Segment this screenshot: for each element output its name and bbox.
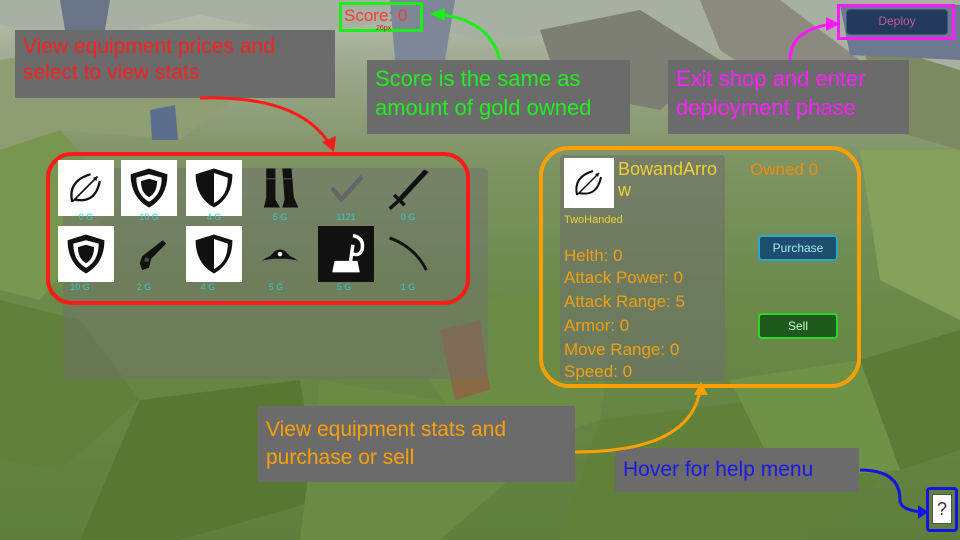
score-label: Score: 0 <box>344 6 408 25</box>
help-button[interactable]: ? <box>932 494 952 524</box>
score-sub-label: 26px <box>376 25 392 32</box>
item-half-shield[interactable] <box>186 160 242 216</box>
sword-icon <box>388 169 429 210</box>
item-half-shield-2[interactable] <box>186 226 242 282</box>
hook-icon <box>332 233 365 273</box>
stat-speed: Speed: 0 <box>564 362 633 381</box>
checkmark-icon <box>330 174 364 204</box>
price-bow-and-arrow: 0 G <box>78 212 94 222</box>
price-pistol: 2 G <box>136 282 152 292</box>
item-checkmark[interactable] <box>318 160 374 216</box>
price-half-shield-2: 4 G <box>200 282 216 292</box>
price-sabre: 1 G <box>400 282 416 292</box>
item-pistol[interactable] <box>121 226 177 282</box>
boots-icon <box>263 168 299 208</box>
score-box: Score: 0 26px <box>339 2 423 32</box>
selected-item-icon <box>564 158 614 208</box>
half-shield-icon <box>195 168 233 208</box>
selected-item-type: TwoHanded <box>564 214 623 226</box>
stat-attack-power: Attack Power: 0 <box>564 268 684 287</box>
callout-view-prices: View equipment prices and select to view… <box>15 30 335 98</box>
sell-button[interactable]: Sell <box>758 313 838 339</box>
purchase-button[interactable]: Purchase <box>758 235 838 261</box>
sabre-icon <box>389 236 428 271</box>
stat-attack-range: Attack Range: 5 <box>564 292 685 311</box>
item-boots[interactable] <box>252 160 308 216</box>
price-boots: 5 G <box>272 212 288 222</box>
stat-armor: Armor: 0 <box>564 316 630 335</box>
item-large-shield[interactable] <box>121 160 177 216</box>
item-large-shield-2[interactable] <box>58 226 114 282</box>
question-icon: ? <box>936 498 947 519</box>
callout-exit-shop: Exit shop and enter deployment phase <box>668 60 909 134</box>
callout-view-stats: View equipment stats and purchase or sel… <box>258 406 575 482</box>
price-large-shield: 10 G <box>139 212 159 222</box>
large-shield-icon <box>130 168 168 208</box>
selected-item-name-line-2: w <box>618 180 631 200</box>
owned-count: Owned 0 <box>750 160 819 179</box>
price-pirate-hat: 5 G <box>268 282 284 292</box>
item-sword[interactable] <box>380 160 436 216</box>
pistol-icon <box>139 240 167 271</box>
callout-help-hover: Hover for help menu <box>615 448 859 492</box>
selected-item-name: BowandArro w <box>618 159 722 201</box>
large-shield-icon <box>67 234 105 274</box>
price-checkmark: 1121 <box>336 212 356 222</box>
price-large-shield-2: 10 G <box>70 282 90 292</box>
deploy-button[interactable]: Deploy <box>846 9 948 35</box>
half-shield-icon <box>195 234 233 274</box>
stat-move-range: Move Range: 0 <box>564 340 680 359</box>
item-pirate-hat[interactable] <box>252 226 308 282</box>
bow-arrow-icon <box>70 173 101 203</box>
bow-arrow-icon <box>575 170 602 196</box>
item-hook[interactable] <box>318 226 374 282</box>
item-sabre[interactable] <box>380 226 436 282</box>
price-sword: 0 G <box>400 212 416 222</box>
callout-score-gold: Score is the same as amount of gold owne… <box>367 60 630 134</box>
stat-health: Helth: 0 <box>564 246 623 265</box>
price-hook: 5 G <box>336 282 352 292</box>
selected-item-name-line-1: BowandArro <box>618 159 718 179</box>
item-bow-and-arrow[interactable] <box>58 160 114 216</box>
price-half-shield: 4 G <box>206 212 222 222</box>
pirate-hat-icon <box>261 249 299 261</box>
